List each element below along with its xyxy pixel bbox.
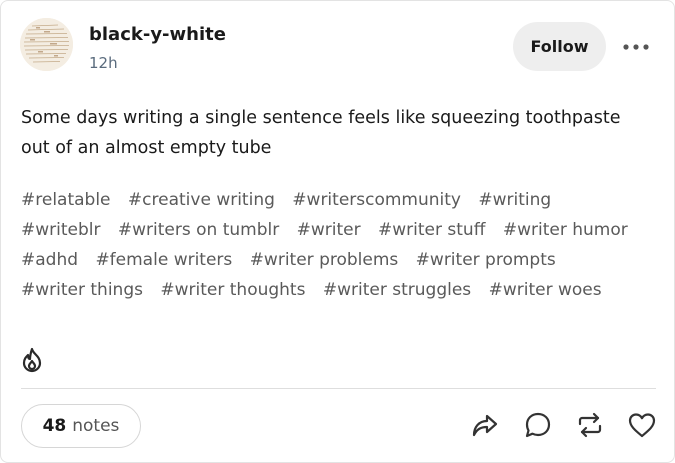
reply-icon: [525, 412, 551, 438]
tag-link[interactable]: #writing: [478, 185, 551, 215]
flame-icon[interactable]: [20, 347, 44, 373]
avatar[interactable]: [20, 18, 73, 71]
tag-link[interactable]: #writer prompts: [416, 245, 556, 275]
reply-button[interactable]: [523, 410, 553, 440]
ellipsis-icon: [623, 44, 649, 50]
tag-link[interactable]: #relatable: [21, 185, 111, 215]
reblog-icon: [578, 412, 602, 438]
tag-link[interactable]: #creative writing: [128, 185, 275, 215]
like-button[interactable]: [627, 410, 657, 440]
reblog-button[interactable]: [575, 410, 605, 440]
heart-icon: [628, 413, 656, 438]
post-card: black-y-white 12h Follow Some days writi…: [0, 0, 675, 463]
tag-link[interactable]: #writer humor: [503, 215, 628, 245]
tag-list: #relatable #creative writing #writerscom…: [21, 185, 661, 305]
more-options-button[interactable]: [621, 35, 651, 59]
tag-row: #relatable #creative writing #writerscom…: [21, 185, 661, 215]
tag-link[interactable]: #writer stuff: [378, 215, 485, 245]
share-button[interactable]: [470, 410, 500, 440]
tag-link[interactable]: #writeblr: [21, 215, 101, 245]
footer-divider: [21, 388, 656, 389]
tag-link[interactable]: #writerscommunity: [292, 185, 461, 215]
tag-link[interactable]: #adhd: [21, 245, 78, 275]
tag-row: #writer things #writer thoughts #writer …: [21, 275, 661, 305]
tag-link[interactable]: #writer things: [21, 275, 143, 305]
tag-link[interactable]: #writer: [297, 215, 361, 245]
tag-link[interactable]: #writers on tumblr: [118, 215, 279, 245]
notes-button[interactable]: 48 notes: [21, 404, 141, 448]
notes-label: notes: [72, 416, 120, 436]
tag-link[interactable]: #writer struggles: [323, 275, 471, 305]
tag-link[interactable]: #female writers: [95, 245, 232, 275]
notes-count: 48: [42, 416, 67, 436]
follow-button[interactable]: Follow: [513, 22, 606, 71]
share-icon: [472, 414, 498, 437]
tag-link[interactable]: #writer woes: [489, 275, 602, 305]
tag-row: #adhd #female writers #writer problems #…: [21, 245, 661, 275]
tag-link[interactable]: #writer thoughts: [160, 275, 305, 305]
tag-row: #writeblr #writers on tumblr #writer #wr…: [21, 215, 661, 245]
post-timestamp[interactable]: 12h: [89, 54, 118, 72]
tag-link[interactable]: #writer problems: [250, 245, 399, 275]
post-body: Some days writing a single sentence feel…: [21, 108, 621, 158]
username[interactable]: black-y-white: [89, 24, 226, 45]
